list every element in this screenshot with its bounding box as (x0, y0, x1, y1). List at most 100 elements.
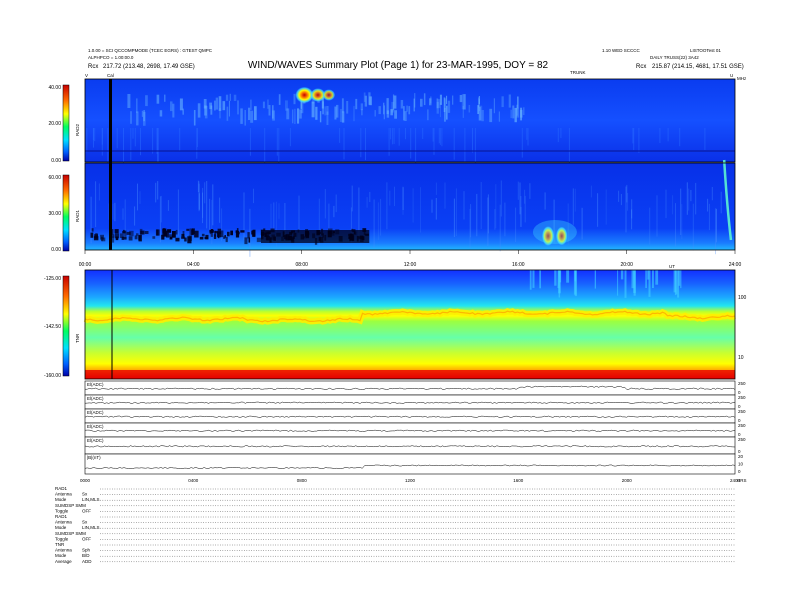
rad2-streak (240, 108, 243, 124)
rad-x-axis: 00:00 04:00 08:00 12:00 16:00 20:00 24:00 (79, 250, 741, 268)
rad2-streak (264, 128, 266, 164)
rad2-streak (326, 106, 329, 115)
rad1-streak (500, 180, 502, 217)
rad2-streak (512, 105, 515, 119)
rad1-streak (380, 198, 382, 236)
rad2-streak (386, 110, 390, 118)
rad1-streak (206, 181, 208, 229)
rad2-streak (346, 101, 349, 114)
rad2-streak (297, 108, 300, 124)
rad2-streak (501, 96, 504, 108)
rad2-streak (638, 128, 640, 153)
line-series-label: El(ADC) (87, 382, 104, 387)
setting-value: ADD (82, 559, 92, 564)
line-plots: El(ADC) 2500El(ADC) 2500El(ADC) 2500El(ADC)… (80, 380, 747, 483)
rad1-streak (219, 197, 221, 223)
rad1-streak (708, 203, 710, 231)
rad1-streak (444, 182, 446, 209)
rad1-dark-region (261, 230, 370, 243)
rad2-cbar-tick-bottom: 0.00 (51, 158, 61, 164)
rad1-streak (253, 188, 254, 204)
rad2-streak (464, 128, 466, 162)
tnr-streak (566, 270, 570, 283)
rad1-streak (139, 191, 141, 204)
rad1-streak (157, 181, 159, 200)
setting-key: Antenna (55, 492, 72, 497)
rad1-streak (692, 203, 694, 251)
rad1-streak (690, 190, 692, 202)
rad1-dark-block (136, 233, 139, 236)
rad1-dark-block (225, 236, 228, 243)
rad1-dark-block (217, 233, 220, 239)
rad1-streak (412, 188, 414, 223)
rad2-band (85, 150, 735, 152)
rad2-streak (436, 98, 439, 109)
rad1-dark-block (140, 230, 145, 235)
tnr-streak (631, 270, 635, 289)
rad1-streak (665, 189, 667, 219)
tnr-streak (554, 270, 557, 286)
rad1-streak (333, 205, 335, 218)
rad1-streak (581, 207, 583, 240)
line-x-tick-label: 2000 (622, 478, 633, 483)
tnr-streak (680, 270, 682, 289)
rad1-dark-block (182, 231, 185, 236)
rad2-streak (341, 98, 344, 113)
tnr-streak (648, 270, 651, 297)
line-right-tick: 250 (738, 395, 746, 400)
line-right-tick: 250 (738, 381, 746, 386)
header-right-line1b: LISTOOTest 01 (690, 48, 721, 53)
rad2-streak (446, 105, 448, 120)
line-panel-frame (84, 436, 736, 455)
tnr-spectrogram (85, 270, 735, 379)
rad2-streak (392, 128, 394, 145)
line-right-tick: 0 (738, 469, 741, 474)
rad1-dark-block (214, 230, 216, 237)
rad2-cbar-tick-top: 40.00 (48, 85, 61, 91)
rad2-streak (341, 111, 345, 123)
rad2-streak (378, 106, 381, 115)
rad1-streak (366, 197, 368, 208)
rad2-streak (459, 95, 463, 103)
rad1-dark-block (124, 230, 127, 237)
rad2-streak (272, 105, 274, 119)
rad1-streak (435, 182, 437, 195)
rad2-streak (568, 128, 570, 165)
rad1-streak (686, 182, 688, 215)
tnr-streak (529, 270, 532, 290)
setting-value: OFF (82, 508, 91, 513)
rad1-streak (204, 182, 206, 204)
hrs-label: HRS (737, 478, 747, 483)
rad2-streak (152, 128, 154, 154)
rad2-streak (268, 105, 271, 116)
rad2-streak (423, 93, 426, 106)
rad2-streak (510, 109, 513, 119)
rad2-streak (468, 105, 471, 113)
rad1-streak (656, 195, 658, 237)
rad1-dark-block (114, 229, 119, 234)
rad1-streak (160, 195, 162, 223)
rad2-streak (393, 128, 395, 144)
line-panel-frame (84, 408, 736, 424)
rad2-bursts (295, 86, 336, 104)
rad1-dark-block (227, 231, 230, 237)
rad1-streak (453, 198, 455, 237)
rad1-dark-block (169, 236, 173, 240)
tnr-streak (573, 270, 577, 295)
header-left-rpos-label: Rcx (88, 64, 98, 70)
rad1-cbar-tick-top: 60.00 (48, 175, 61, 181)
setting-key: Average (55, 559, 72, 564)
rad2-streak (322, 101, 324, 115)
rad2-streak (493, 98, 495, 114)
rad1-dark-block (115, 236, 119, 241)
rad1-streak (122, 208, 124, 220)
rad1-streak (209, 198, 211, 230)
rad2-streak (479, 105, 483, 121)
rad1-streak (112, 203, 114, 220)
rad1-streak (519, 182, 521, 215)
mark-top-left: V (85, 73, 88, 78)
rad1-streak (377, 202, 379, 240)
rad1-dark-block (191, 228, 195, 234)
rad2-streak (508, 94, 511, 108)
tnr-streak (532, 270, 535, 288)
